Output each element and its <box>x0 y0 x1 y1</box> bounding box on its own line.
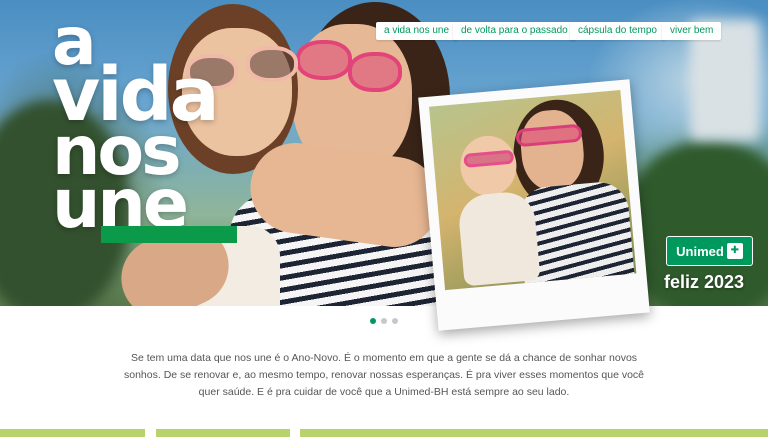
nav-item-capsula-do-tempo[interactable]: cápsula do tempo <box>570 22 665 40</box>
carousel-indicator <box>370 318 398 324</box>
nav-item-viver-bem[interactable]: viver bem <box>662 22 722 40</box>
carousel-dot[interactable] <box>381 318 387 324</box>
woman-glasses-icon <box>296 40 352 80</box>
unimed-cross-icon: ✚ <box>726 243 743 259</box>
headline-underline-bar <box>101 226 237 243</box>
bottom-card[interactable] <box>156 429 290 437</box>
woman-glasses-icon <box>348 52 402 92</box>
hero-banner: a vida nos une a vida nos une de volta p… <box>0 0 768 306</box>
intro-paragraph: Se tem uma data que nos une é o Ano-Novo… <box>124 352 645 398</box>
polaroid-image <box>429 90 637 291</box>
logo-text: Unimed <box>676 243 724 259</box>
nav-item-a-vida-nos-une[interactable]: a vida nos une <box>376 22 458 40</box>
polaroid-photo <box>418 79 650 331</box>
bottom-card[interactable] <box>0 429 145 437</box>
tagline: feliz 2023 <box>664 272 745 292</box>
child-glasses-icon <box>246 46 298 82</box>
carousel-dot[interactable] <box>370 318 376 324</box>
carousel-dot[interactable] <box>392 318 398 324</box>
nav-item-de-volta-para-o-passado[interactable]: de volta para o passado <box>453 22 576 40</box>
headline-word: une <box>52 165 189 245</box>
polaroid-baby-body <box>456 190 541 287</box>
bottom-card[interactable] <box>300 429 768 437</box>
hero-headline: a vida nos une <box>52 8 220 245</box>
unimed-logo[interactable]: Unimed ✚ <box>666 236 753 266</box>
